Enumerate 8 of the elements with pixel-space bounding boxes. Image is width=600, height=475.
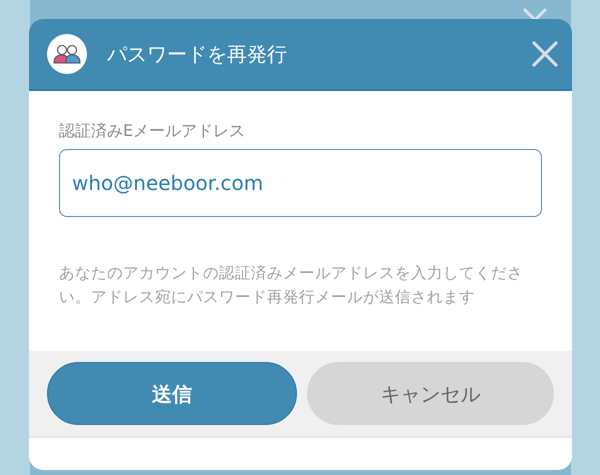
cancel-button[interactable]: キャンセル xyxy=(306,362,554,425)
close-button[interactable] xyxy=(530,39,560,69)
email-field[interactable]: who@neeboor.com xyxy=(59,149,542,217)
field-label: 認証済みEメールアドレス xyxy=(59,120,246,142)
users-icon xyxy=(47,34,87,74)
dialog-title: パスワードを再発行 xyxy=(107,41,288,68)
help-text: あなたのアカウントの認証済みメールアドレスを入力してください。アドレス宛にパスワード再発行メールが送信されます xyxy=(59,263,524,308)
submit-button[interactable]: 送信 xyxy=(47,362,296,425)
